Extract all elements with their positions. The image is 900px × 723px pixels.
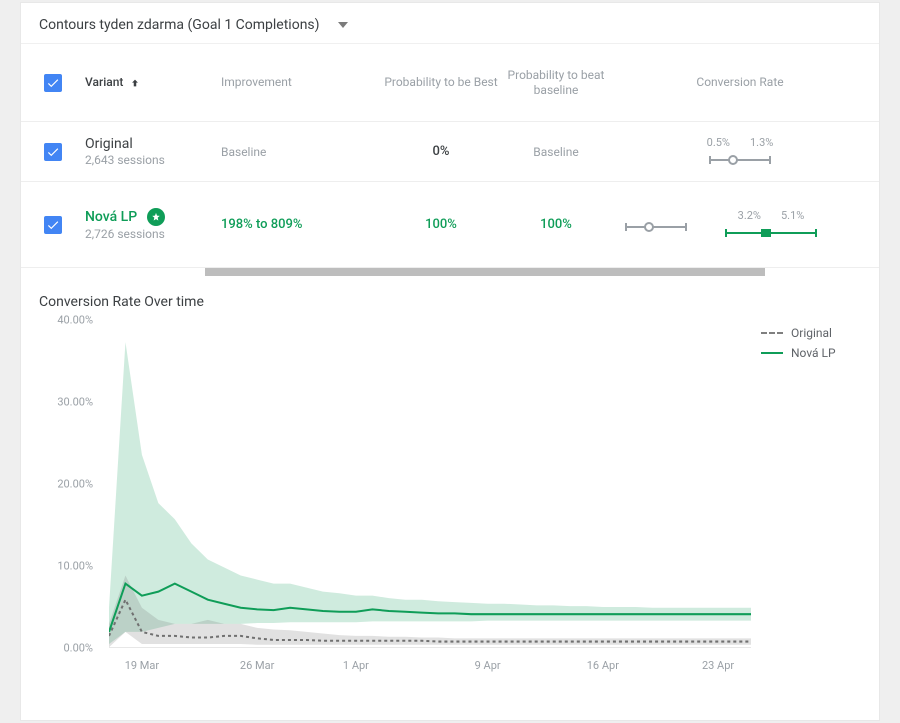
conversion-cell: 3.2% 5.1%	[611, 209, 879, 240]
table-header-row: Variant Improvement Probability to be Be…	[21, 44, 879, 122]
legend-label: Nová LP	[791, 346, 836, 360]
cr-range-icon	[621, 220, 691, 234]
col-prob-best[interactable]: Probability to be Best	[381, 75, 501, 90]
sort-asc-icon	[130, 75, 140, 90]
col-improvement[interactable]: Improvement	[221, 75, 381, 90]
cr-high: 5.1%	[781, 209, 804, 222]
prob-baseline-cell: 100%	[501, 217, 611, 232]
variant-checkbox[interactable]	[44, 216, 62, 234]
improvement-cell: Baseline	[221, 144, 381, 160]
col-prob-baseline[interactable]: Probability to beat baseline	[501, 68, 611, 98]
table-row: Nová LP 2,726 sessions 198% to 809% 100%…	[21, 182, 879, 268]
conversion-chart: 0.00%10.00%20.00%30.00%40.00% 19 Mar26 M…	[39, 320, 861, 678]
cr-range-winner-icon	[721, 226, 821, 240]
col-variant[interactable]: Variant	[85, 75, 123, 89]
horizontal-scrollbar[interactable]	[205, 268, 765, 276]
col-conversion-rate[interactable]: Conversion Rate	[611, 75, 879, 90]
plot-area	[109, 326, 751, 648]
variant-sessions: 2,643 sessions	[85, 152, 215, 168]
legend-swatch-nova-icon	[761, 352, 783, 354]
cr-low: 3.2%	[738, 209, 761, 222]
variant-checkbox[interactable]	[44, 143, 62, 161]
x-axis-labels: 19 Mar26 Mar1 Apr9 Apr16 Apr23 Apr	[109, 654, 751, 672]
y-axis-labels: 0.00%10.00%20.00%30.00%40.00%	[39, 320, 99, 648]
variant-name: Original	[85, 136, 215, 152]
cr-range-icon	[705, 153, 775, 167]
experiment-card: { "header": { "title": "Contours tyden z…	[20, 2, 880, 721]
chart-title: Conversion Rate Over time	[21, 276, 879, 316]
variants-table: Variant Improvement Probability to be Be…	[21, 44, 879, 276]
cr-low: 0.5%	[707, 136, 730, 149]
variant-name: Nová LP	[85, 209, 137, 225]
objective-dropdown-label: Contours tyden zdarma (Goal 1 Completion…	[39, 17, 320, 33]
prob-best-cell: 0%	[381, 144, 501, 159]
prob-baseline-cell: Baseline	[501, 144, 611, 160]
cr-high: 1.3%	[750, 136, 773, 149]
prob-best-cell: 100%	[381, 217, 501, 232]
winner-badge-icon	[147, 208, 165, 226]
chart-legend: Original Nová LP	[761, 326, 861, 366]
dropdown-caret-icon[interactable]	[338, 22, 348, 28]
legend-swatch-original-icon	[761, 332, 783, 334]
table-row: Original 2,643 sessions Baseline 0% Base…	[21, 122, 879, 182]
improvement-cell: 198% to 809%	[221, 217, 381, 232]
select-all-checkbox[interactable]	[44, 74, 62, 92]
variant-sessions: 2,726 sessions	[85, 226, 215, 242]
conversion-cell: 0.5% 1.3%	[611, 136, 879, 167]
legend-label: Original	[791, 326, 832, 340]
